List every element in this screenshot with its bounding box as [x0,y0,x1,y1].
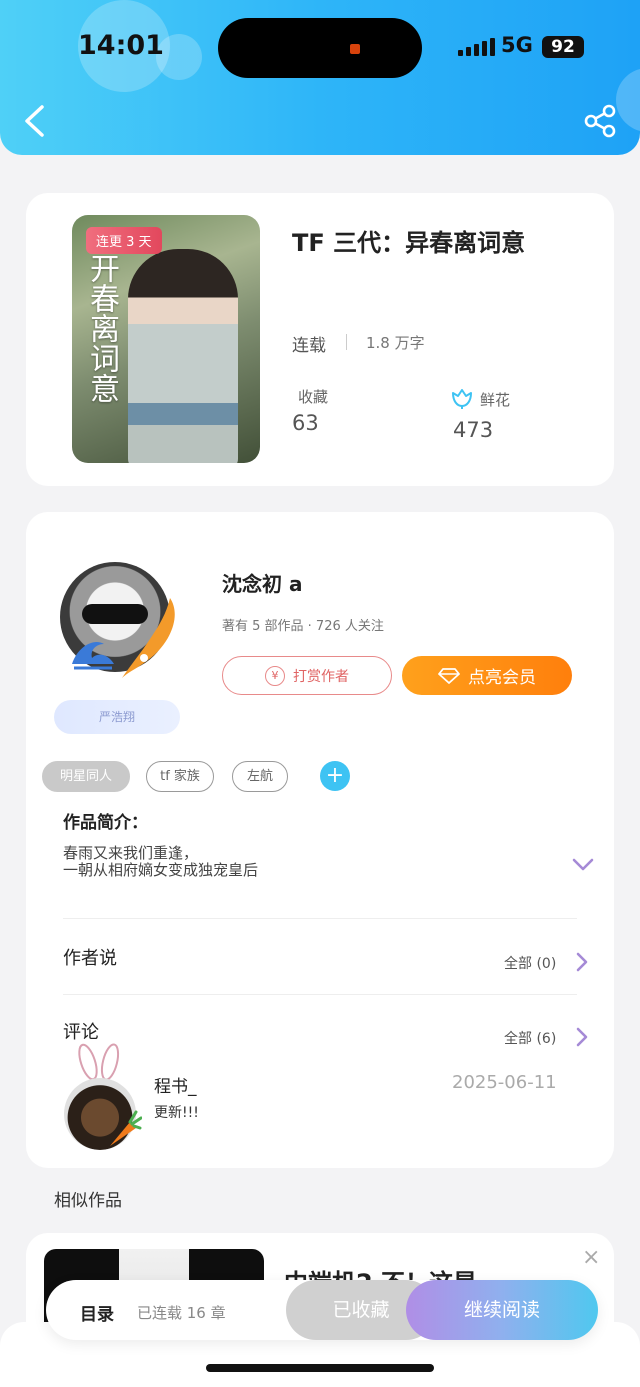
section-divider [63,994,577,995]
network-type: 5G [501,33,533,57]
tag-item[interactable]: 明星同人 [42,761,130,792]
carrot-icon [110,1110,142,1146]
author-says-all-link[interactable]: 全部 (0) [504,953,556,973]
home-indicator [206,1364,434,1372]
comments-title: 评论 [63,1022,99,1043]
book-cover[interactable]: 开春离词意 连更 3 天 [72,215,260,463]
wave-icon [72,642,114,670]
comment-text: 更新!!! [154,1105,199,1121]
tag-item[interactable]: 左航 [232,761,288,792]
status-time: 14:01 [78,30,164,61]
continue-reading-button[interactable]: 继续阅读 [406,1280,598,1340]
chevron-right-icon[interactable] [576,952,588,972]
decor-bubble [616,68,640,132]
comments-all-link[interactable]: 全部 (6) [504,1028,556,1048]
book-title: TF 三代：异春离词意 [292,229,526,257]
word-count: 1.8 万字 [366,334,425,352]
battery-icon: 92 [542,36,584,58]
tag-item[interactable]: tf 家族 [146,761,214,792]
fan-badge[interactable]: 严浩翔 [54,700,180,734]
expand-chevron-icon[interactable] [572,858,594,872]
chapter-count[interactable]: 已连载 16 章 [137,1302,226,1323]
vip-button[interactable]: 点亮会员 [402,656,572,695]
comment-date: 2025-06-11 [452,1072,557,1093]
divider [346,334,347,350]
commenter-name[interactable]: 程书_ [154,1072,197,1097]
flowers-count: 473 [453,418,494,442]
share-icon[interactable] [584,104,616,138]
toc-button[interactable]: 目录 [80,1300,114,1325]
signal-icon [458,38,495,56]
koi-fish-icon [122,598,175,678]
yen-icon: ¥ [265,665,285,686]
cover-illustration [128,249,238,463]
bottom-action-bar: 目录 已连载 16 章 已收藏 继续阅读 [46,1280,598,1340]
author-meta: 著有 5 部作品 · 726 人关注 [222,619,384,634]
book-status: 连载 [292,336,326,356]
book-info-card: 开春离词意 连更 3 天 TF 三代：异春离词意 连载 1.8 万字 收藏 63… [26,193,614,486]
favorites-label: 收藏 [298,388,329,406]
flower-icon [452,389,472,409]
diamond-icon [438,667,460,684]
book-details-card: 严浩翔 沈念初 a 著有 5 部作品 · 726 人关注 ¥ 打赏作者 点亮会员… [26,512,614,1168]
favorites-count: 63 [292,411,319,435]
author-name[interactable]: 沈念初 a [222,568,302,597]
close-icon[interactable]: × [582,1245,600,1270]
intro-text: 一朝从相府嫡女变成独宠皇后 [63,861,259,879]
vip-label: 点亮会员 [468,668,536,688]
cover-title-art: 开春离词意 [84,253,119,403]
back-icon[interactable] [22,104,48,138]
intro-title: 作品简介： [63,813,148,833]
chevron-right-icon[interactable] [576,1027,588,1047]
section-divider [63,918,577,919]
add-tag-button[interactable]: + [320,761,350,791]
recording-indicator [350,44,360,54]
tip-author-button[interactable]: ¥ 打赏作者 [222,656,392,695]
flowers-label: 鲜花 [480,391,511,409]
similar-works-title: 相似作品 [54,1191,122,1211]
update-streak-badge: 连更 3 天 [86,227,162,254]
top-header: 14:01 5G 92 [0,0,640,155]
author-says-title: 作者说 [63,948,117,969]
tip-author-label: 打赏作者 [293,668,349,685]
dynamic-island [218,18,422,78]
